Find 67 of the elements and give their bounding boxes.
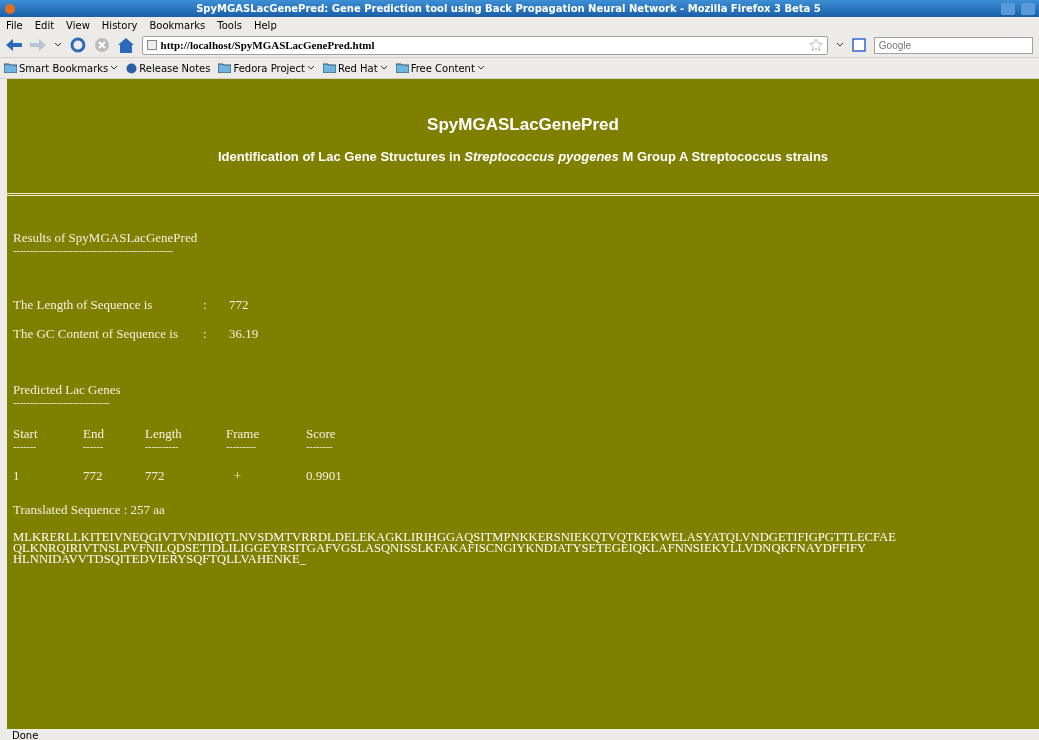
- menu-item[interactable]: Tools: [217, 19, 242, 31]
- dashed-rule: ------------------------------------------------: [13, 246, 174, 256]
- folder-icon: [395, 63, 409, 73]
- dashed-rule: ------: [83, 442, 104, 452]
- sequence-line: QLKNRQIRIVTNSLPVFNILQDSETIDLILIGGEYRSITGAFVGSLASQNISSLKFAKAFISCNGIYKNDIATYSETEGEIQKLAFNNSIEKYLLVDNQKFNAYDFFIFY: [13, 543, 867, 554]
- stat-label: The Length of Sequence is: [13, 296, 154, 313]
- column-header: End: [83, 426, 105, 442]
- maximize-button[interactable]: [1021, 2, 1035, 15]
- folder-icon: [218, 63, 232, 73]
- stat-label: The GC Content of Sequence is: [13, 325, 179, 342]
- table-cell-text: 772: [83, 468, 104, 484]
- sequence-line: MLKRERLLKITEIVNEQGIVTVNDIIQTLNVSDMTVRRDLDELEKAGKLIRIHGGAQSITMPNKKERSNIEKQTVQTKEKWELASYATQLVNDGETIFIGPGTTLECFAE: [13, 532, 897, 543]
- stat-value: 772: [229, 296, 250, 313]
- bookmark-item[interactable]: Red Hat: [322, 62, 388, 74]
- folder-icon: [4, 63, 17, 73]
- menu-item[interactable]: Bookmarks: [149, 19, 206, 31]
- bookmark-item[interactable]: Smart Bookmarks: [4, 62, 119, 74]
- table-cell-text: +: [233, 468, 243, 484]
- reload-icon[interactable]: [69, 37, 86, 53]
- stop-icon[interactable]: [93, 37, 110, 53]
- folder-icon: [322, 63, 336, 73]
- bookmark-item[interactable]: Release Notes: [126, 62, 211, 74]
- column-header: Length: [145, 426, 183, 442]
- chevron-icon: [476, 65, 485, 71]
- chevron-icon: [835, 42, 844, 48]
- window-title: SpyMGASLacGenePred: Gene Prediction tool using Back Propagation Neural Network - Mozilla Firefox 3 Beta 5: [195, 3, 822, 14]
- chevron-icon: [53, 42, 62, 48]
- back-arrow-icon[interactable]: [6, 38, 22, 52]
- star-icon[interactable]: [808, 38, 823, 52]
- separator-text: :: [203, 325, 208, 342]
- page-title: SpyMGASLacGenePred: [427, 114, 619, 135]
- home-icon[interactable]: [117, 37, 134, 53]
- menu-item[interactable]: View: [66, 19, 90, 31]
- sequence-line: HLNNIDAVVTDSQITEDVIERYSQFTQLLVAHENKE_: [13, 554, 306, 565]
- column-header: Score: [306, 426, 337, 442]
- translated-length: Translated Sequence : 257 aa: [13, 502, 166, 518]
- dashed-rule: -----------------------------: [13, 398, 111, 408]
- minimize-button[interactable]: [1001, 2, 1015, 15]
- table-cell-text: 772: [145, 468, 166, 484]
- dashed-rule: ----------: [145, 442, 180, 452]
- menu-item[interactable]: Edit: [34, 19, 55, 31]
- dashed-rule: ---------: [226, 442, 257, 452]
- separator-text: :: [203, 296, 208, 313]
- address-field[interactable]: http://localhost/SpyMGASLacGenePred.html: [141, 35, 828, 55]
- stat-value: 36.19: [229, 325, 260, 342]
- genes-heading: Predicted Lac Genes: [13, 382, 122, 398]
- bookmark-item[interactable]: Fedora Project: [218, 62, 315, 74]
- table-cell-text: 0.9901: [306, 468, 343, 484]
- dashed-rule: -------: [13, 442, 38, 452]
- menu-item[interactable]: File: [6, 19, 23, 31]
- column-header: Frame: [226, 426, 261, 442]
- search-field[interactable]: Google: [873, 36, 1034, 54]
- dashed-rule: --------: [306, 442, 334, 452]
- chevron-icon: [110, 65, 119, 71]
- bookmark-item[interactable]: Free Content: [395, 62, 485, 74]
- results-heading: Results of SpyMGASLacGenePred: [13, 230, 199, 246]
- column-header: Start: [13, 426, 39, 442]
- status-text: Done: [11, 729, 40, 740]
- page-subtitle: Identification of Lac Gene Structures in Streptococcus pyogenes M Group A Streptococcus strains: [217, 148, 829, 164]
- table-cell-text: 1: [13, 468, 21, 484]
- page-icon: [146, 40, 157, 50]
- menu-item[interactable]: Help: [253, 19, 277, 31]
- forward-arrow-icon[interactable]: [29, 38, 46, 52]
- menu-item[interactable]: History: [101, 19, 138, 31]
- fedora-logo-icon: [126, 62, 138, 74]
- chevron-icon: [379, 65, 388, 71]
- chevron-icon: [306, 65, 315, 71]
